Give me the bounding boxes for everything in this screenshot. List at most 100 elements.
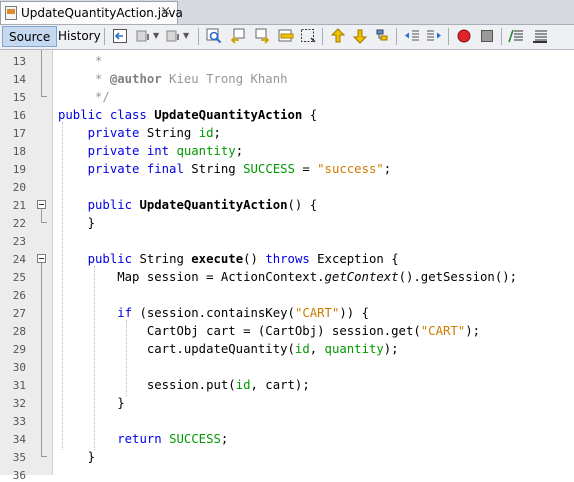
shift-line-right-icon[interactable] <box>426 28 442 44</box>
comment-icon[interactable] <box>508 28 524 44</box>
tab-update-quantity-action[interactable]: UpdateQuantityAction.java × <box>0 1 183 24</box>
stop-macro-recording-icon[interactable] <box>479 28 495 44</box>
fold-toggle-icon[interactable] <box>37 254 46 263</box>
code-line[interactable]: cart.updateQuantity(id, quantity); <box>58 340 399 358</box>
line-number: 26 <box>12 289 26 302</box>
code-token: getContext <box>324 270 399 284</box>
line-number: 15 <box>12 91 26 104</box>
toolbar-divider <box>448 28 449 45</box>
code-line[interactable]: } <box>58 448 95 466</box>
find-next-icon[interactable] <box>254 28 270 44</box>
previous-bookmark-icon[interactable] <box>330 28 346 44</box>
line-number: 31 <box>12 379 26 392</box>
toggle-bookmark-icon[interactable] <box>374 28 390 44</box>
code-line[interactable]: if (session.containsKey("CART")) { <box>58 304 369 322</box>
code-token: Map session = ActionContext. <box>58 270 325 284</box>
code-line[interactable]: * <box>58 52 102 70</box>
code-line[interactable]: public UpdateQuantityAction() { <box>58 196 318 214</box>
line-number: 13 <box>12 55 26 68</box>
shift-line-left-icon[interactable] <box>404 28 420 44</box>
toggle-highlight-icon[interactable] <box>278 28 294 44</box>
line-number: 34 <box>12 433 26 446</box>
code-token: quantity <box>324 342 384 356</box>
uncomment-icon[interactable] <box>532 28 548 44</box>
toolbar-divider <box>396 28 397 45</box>
line-number: 35 <box>12 451 26 464</box>
line-number: 33 <box>12 415 26 428</box>
code-editor[interactable]: 13 14 15 16 17 18 19 20 21 22 23 24 25 26 27 28 29 30 31 32… <box>0 50 574 482</box>
code-token: Exception { <box>317 252 399 266</box>
code-token: private final <box>87 162 192 176</box>
line-number: 32 <box>12 397 26 410</box>
back-dropdown-icon[interactable]: ▼ <box>153 31 159 40</box>
code-token: private <box>87 126 147 140</box>
fold-range-line <box>41 209 42 222</box>
indent-guide <box>126 320 128 396</box>
toggle-rectangular-selection-icon[interactable] <box>300 28 316 44</box>
code-line[interactable]: private final String SUCCESS = "success"… <box>58 160 392 178</box>
code-token: { <box>302 108 318 122</box>
code-line[interactable]: */ <box>58 88 110 106</box>
code-line[interactable]: private int quantity; <box>58 142 243 160</box>
code-line[interactable]: } <box>58 394 125 412</box>
code-token: ; <box>235 144 244 158</box>
code-token: UpdateQuantityAction <box>139 198 288 212</box>
code-token: quantity <box>176 144 236 158</box>
code-token: String <box>146 126 199 140</box>
code-token: () { <box>287 198 318 212</box>
editor-tab-bar: UpdateQuantityAction.java × <box>0 0 574 25</box>
forward-dropdown-icon[interactable]: ▼ <box>183 31 189 40</box>
line-number: 14 <box>12 73 26 86</box>
code-token: } <box>58 450 96 464</box>
find-previous-icon[interactable] <box>230 28 246 44</box>
code-token: "success" <box>317 162 384 176</box>
back-icon[interactable] <box>136 28 152 44</box>
code-token: "CART" <box>420 324 466 338</box>
fold-toggle-icon[interactable] <box>37 200 46 209</box>
code-token: UpdateQuantityAction <box>154 108 303 122</box>
code-token: "CART" <box>294 306 340 320</box>
forward-icon[interactable] <box>166 28 182 44</box>
close-tab-icon[interactable]: × <box>160 5 171 19</box>
toolbar-divider <box>501 28 502 45</box>
code-line[interactable]: * @author Kieu Trong Khanh <box>58 70 288 88</box>
line-number: 16 <box>12 109 26 122</box>
code-token: ); <box>383 342 399 356</box>
code-line[interactable]: public class UpdateQuantityAction { <box>58 106 317 124</box>
code-token: public class <box>58 108 155 122</box>
code-token: */ <box>58 90 110 104</box>
toolbar-divider <box>104 28 105 45</box>
code-token: public <box>87 198 140 212</box>
code-token: private int <box>87 144 177 158</box>
code-token: , <box>309 342 325 356</box>
line-number: 27 <box>12 307 26 320</box>
code-token: , cart); <box>250 378 310 392</box>
fold-end-marker <box>41 222 47 223</box>
history-view-button[interactable]: History <box>52 26 107 47</box>
last-edit-icon[interactable] <box>112 28 128 44</box>
code-line[interactable]: private String id; <box>58 124 221 142</box>
find-icon[interactable] <box>206 28 222 44</box>
code-line[interactable]: return SUCCESS; <box>58 430 228 448</box>
code-line[interactable]: Map session = ActionContext.getContext()… <box>58 268 517 286</box>
line-number: 29 <box>12 343 26 356</box>
code-token: ().getSession(); <box>398 270 518 284</box>
code-token: public <box>87 252 140 266</box>
start-macro-recording-icon[interactable] <box>456 28 472 44</box>
code-token: if <box>117 306 140 320</box>
code-token: SUCCESS <box>169 432 221 446</box>
code-line[interactable]: CartObj cart = (CartObj) session.get("CA… <box>58 322 480 340</box>
line-number: 24 <box>12 253 26 266</box>
code-token: * <box>58 72 110 86</box>
source-view-button[interactable]: Source <box>2 26 58 47</box>
tab-title: UpdateQuantityAction.java <box>21 6 183 20</box>
line-number-gutter: 13 14 15 16 17 18 19 20 21 22 23 24 25 26 27 28 29 30 31 32… <box>0 50 53 482</box>
line-number: 30 <box>12 361 26 374</box>
code-token: } <box>58 396 125 410</box>
code-token: CartObj cart = (CartObj) session.get( <box>58 324 421 338</box>
code-line[interactable]: public String execute() throws Exception… <box>58 250 399 268</box>
code-token: id <box>294 342 310 356</box>
line-number: 19 <box>12 163 26 176</box>
next-bookmark-icon[interactable] <box>352 28 368 44</box>
code-token: Kieu Trong Khanh <box>161 72 288 86</box>
